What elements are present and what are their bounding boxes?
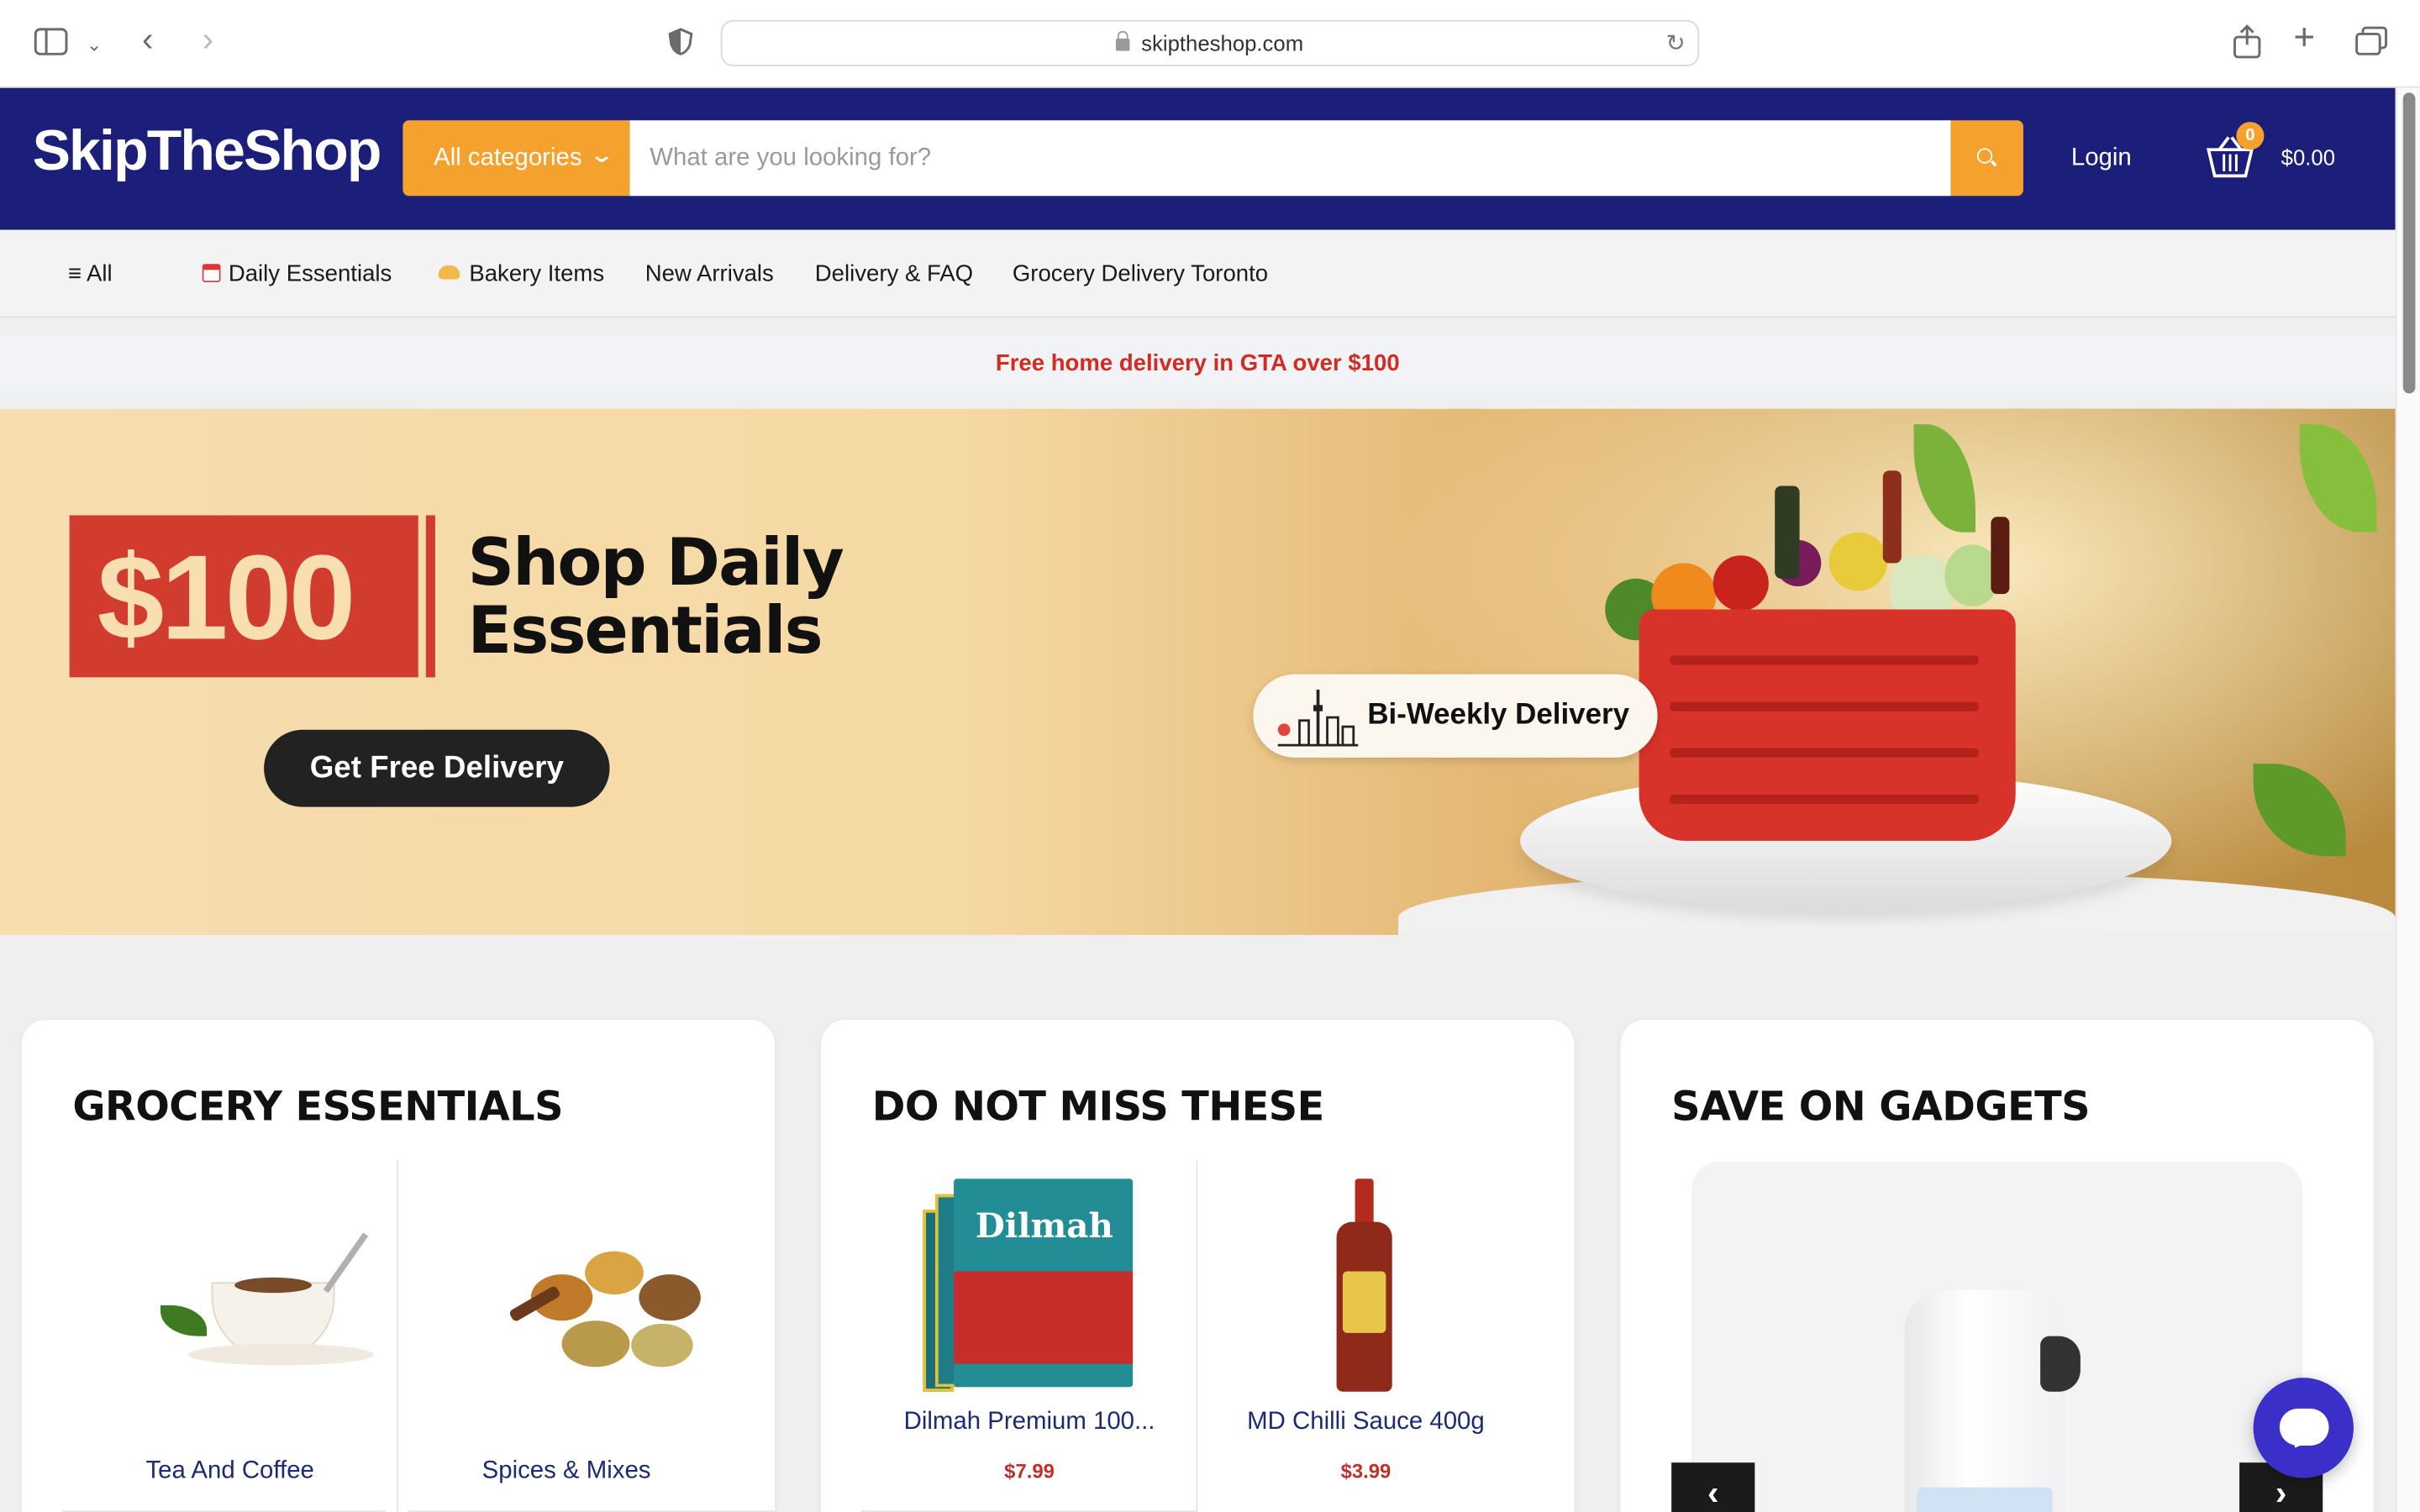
nav-item-delivery-faq[interactable]: Delivery & FAQ <box>815 260 973 286</box>
tab-overview-icon[interactable] <box>2355 26 2389 63</box>
basket-slat <box>1670 655 1979 665</box>
nav-item-new-arrivals[interactable]: New Arrivals <box>645 260 774 286</box>
nav-item-label: Daily Essentials <box>228 260 392 287</box>
site-header: SkipTheShop All categories ⌄ Login 0 $0.… <box>0 87 2396 230</box>
dispenser-nozzle <box>2040 1336 2081 1392</box>
nav-item-label: Bakery Items <box>469 260 605 287</box>
pepper-image <box>1828 532 1888 591</box>
hero-title-line2: Essentials <box>467 592 823 669</box>
md-chilli-sauce-bottle-image[interactable] <box>1330 1179 1398 1392</box>
nav-item-grocery-delivery-toronto[interactable]: Grocery Delivery Toronto <box>1013 260 1268 286</box>
login-link[interactable]: Login <box>2071 145 2132 173</box>
product-md-chilli-sauce-link[interactable]: MD Chilli Sauce 400g <box>1219 1409 1512 1436</box>
product-dilmah-link[interactable]: Dilmah Premium 100... <box>883 1409 1176 1436</box>
privacy-shield-icon[interactable] <box>666 28 694 61</box>
bottle-image <box>1991 517 2010 595</box>
get-free-delivery-button[interactable]: Get Free Delivery <box>264 729 610 807</box>
product-dilmah-price: $7.99 <box>1004 1459 1055 1483</box>
soap-dispenser-image[interactable] <box>1904 1289 2081 1512</box>
chevron-down-icon: ⌄ <box>589 141 615 167</box>
bi-weekly-delivery-badge: Bi-Weekly Delivery <box>1253 674 1658 758</box>
chat-bubble-icon <box>2279 1408 2329 1446</box>
sidebar-toggle-icon[interactable] <box>34 28 68 61</box>
apple-image <box>1712 555 1769 612</box>
share-icon[interactable] <box>2232 24 2263 65</box>
cart-count-badge: 0 <box>2236 122 2265 150</box>
bottle-image <box>1775 486 1800 579</box>
card-title: SAVE ON GADGETS <box>1671 1084 2090 1131</box>
search-icon <box>1976 148 1993 164</box>
hero-banner[interactable]: $100 Shop Daily Essentials Get Free Deli… <box>0 408 2396 936</box>
nav-item-daily-essentials[interactable]: Daily Essentials <box>202 260 392 287</box>
tea-coffee-image[interactable] <box>157 1197 397 1398</box>
back-icon[interactable]: ‹ <box>142 23 153 56</box>
toronto-skyline-icon <box>1277 690 1359 747</box>
bi-weekly-delivery-label: Bi-Weekly Delivery <box>1367 699 1629 732</box>
category-spices-and-mixes-link[interactable]: Spices & Mixes <box>420 1458 713 1486</box>
product-md-chilli-sauce-price: $3.99 <box>1340 1459 1392 1483</box>
basket-slat <box>1670 701 1979 711</box>
site-logo[interactable]: SkipTheShop <box>33 118 382 183</box>
scrollbar-thumb[interactable] <box>2402 92 2416 394</box>
bread-icon <box>438 265 460 280</box>
nav-all-menu[interactable]: ≡ All <box>68 260 113 286</box>
hero-amount-badge: $100 <box>69 515 418 678</box>
chat-widget-button[interactable] <box>2253 1378 2354 1478</box>
grocery-essentials-card: GROCERY ESSENTIALS Tea And Coffee Spices… <box>21 1020 776 1512</box>
basket-slat <box>1670 794 1979 804</box>
address-bar[interactable]: skiptheshop.com ↻ <box>720 19 1700 66</box>
browser-toolbar: ⌄ ‹ › skiptheshop.com ↻ + <box>0 0 2420 88</box>
lock-icon <box>1116 30 1131 51</box>
spices-image[interactable] <box>500 1228 732 1398</box>
page-scrollbar[interactable] <box>2395 87 2420 1512</box>
dilmah-tea-box-image[interactable]: Dilmah <box>923 1179 1139 1392</box>
dispenser-reservoir <box>1917 1487 2053 1512</box>
search-button[interactable] <box>1950 120 2023 197</box>
main-nav: ≡ All Daily Essentials Bakery Items New … <box>0 229 2396 318</box>
promo-text: Free home delivery in GTA over $100 <box>995 349 1400 377</box>
url-text: skiptheshop.com <box>1141 30 1304 56</box>
forward-icon[interactable]: › <box>203 23 213 56</box>
calendar-icon <box>202 264 221 283</box>
hero-title: Shop Daily Essentials <box>467 524 844 669</box>
hero-title-line1: Shop Daily <box>467 524 844 601</box>
card-title: DO NOT MISS THESE <box>871 1084 1325 1131</box>
carousel-prev-button[interactable]: ‹ <box>1671 1462 1755 1512</box>
promo-strip: Free home delivery in GTA over $100 <box>0 334 2396 394</box>
basket-slat <box>1670 748 1979 758</box>
reload-icon[interactable]: ↻ <box>1666 29 1686 57</box>
hero-badge-divider <box>425 515 435 678</box>
search-input[interactable] <box>629 120 1951 197</box>
shopping-basket-image <box>1639 609 2016 842</box>
do-not-miss-these-card: DO NOT MISS THESE Dilmah Dilmah Premium … <box>821 1020 1575 1512</box>
nav-item-bakery-items[interactable]: Bakery Items <box>438 260 605 287</box>
card-title: GROCERY ESSENTIALS <box>72 1084 563 1131</box>
category-dropdown-label: All categories <box>434 144 582 171</box>
hero-amount: $100 <box>97 528 356 665</box>
category-tea-and-coffee-link[interactable]: Tea And Coffee <box>83 1458 376 1486</box>
category-dropdown[interactable]: All categories ⌄ <box>402 120 630 197</box>
cart-total[interactable]: $0.00 <box>2281 145 2335 170</box>
chevron-down-icon[interactable]: ⌄ <box>87 29 102 60</box>
card-divider <box>397 1160 398 1512</box>
new-tab-icon[interactable]: + <box>2293 19 2315 56</box>
card-divider <box>1196 1160 1198 1512</box>
sauce-bottle-image <box>1882 470 1902 564</box>
